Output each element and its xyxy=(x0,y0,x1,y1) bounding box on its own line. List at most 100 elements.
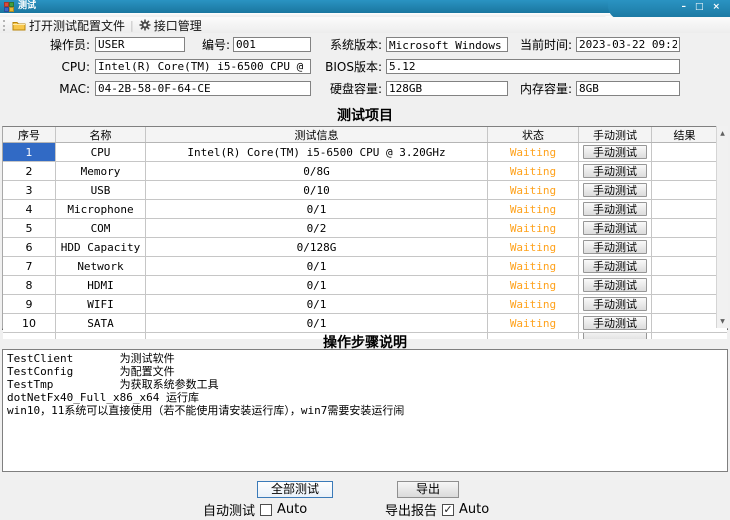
row-index-cell[interactable]: 3 xyxy=(3,181,56,199)
row-index-cell[interactable]: 9 xyxy=(3,295,56,313)
row-status-cell: Waiting xyxy=(488,238,579,256)
row-info-cell: 0/1 xyxy=(146,257,488,275)
table-row[interactable]: 6 HDD Capacity 0/128G Waiting 手动测试 xyxy=(3,238,727,257)
manual-test-button[interactable]: 手动测试 xyxy=(583,183,647,197)
row-index-cell[interactable]: 6 xyxy=(3,238,56,256)
row-info-cell: 0/2 xyxy=(146,219,488,237)
auto-test-word: Auto xyxy=(277,502,307,517)
row-result-cell xyxy=(652,181,717,199)
open-config-label: 打开测试配置文件 xyxy=(29,17,125,34)
bios-input[interactable] xyxy=(386,59,680,74)
table-row[interactable]: 5 COM 0/2 Waiting 手动测试 xyxy=(3,219,727,238)
cpu-input[interactable] xyxy=(95,59,311,74)
os-input[interactable] xyxy=(386,37,508,52)
scroll-down-icon[interactable]: ▼ xyxy=(717,314,728,328)
row-status-cell: Waiting xyxy=(488,181,579,199)
instruction-line: dotNetFx40_Full_x86_x64 运行库 xyxy=(7,391,723,404)
interface-mgmt-button[interactable]: 接口管理 xyxy=(139,17,202,34)
table-row[interactable]: 9 WIFI 0/1 Waiting 手动测试 xyxy=(3,295,727,314)
row-info-cell: 0/10 xyxy=(146,181,488,199)
toolbar-separator: | xyxy=(130,19,134,32)
row-index-cell[interactable]: 7 xyxy=(3,257,56,275)
row-status-cell: Waiting xyxy=(488,143,579,161)
test-table: 序号 名称 测试信息 状态 手动测试 结果 1 CPU Intel(R) Cor… xyxy=(2,126,728,330)
row-result-cell xyxy=(652,314,717,332)
operator-label: 操作员: xyxy=(28,37,90,53)
manual-test-button[interactable]: 手动测试 xyxy=(583,202,647,216)
folder-open-icon xyxy=(12,20,26,31)
row-status-cell: Waiting xyxy=(488,200,579,218)
instructions-textbox[interactable]: TestClient 为测试软件 TestConfig 为配置文件 TestTm… xyxy=(2,349,728,472)
close-button[interactable]: × xyxy=(712,2,720,12)
ram-label: 内存容量: xyxy=(508,81,572,97)
row-info-cell: 0/1 xyxy=(146,314,488,332)
row-manual-cell: 手动测试 xyxy=(579,276,652,294)
minimize-button[interactable]: – xyxy=(681,2,686,12)
manual-test-button[interactable]: 手动测试 xyxy=(583,297,647,311)
test-table-title: 测试项目 xyxy=(0,105,730,125)
row-index-cell[interactable]: 2 xyxy=(3,162,56,180)
ram-input[interactable] xyxy=(576,81,680,96)
table-row[interactable]: 10 SATA 0/1 Waiting 手动测试 xyxy=(3,314,727,333)
manual-test-button[interactable]: 手动测试 xyxy=(583,259,647,273)
table-row[interactable]: 3 USB 0/10 Waiting 手动测试 xyxy=(3,181,727,200)
serial-input[interactable] xyxy=(233,37,311,52)
row-status-cell: Waiting xyxy=(488,314,579,332)
maximize-button[interactable]: □ xyxy=(695,2,704,12)
row-info-cell: Intel(R) Core(TM) i5-6500 CPU @ 3.20GHz xyxy=(146,143,488,161)
table-row[interactable]: 2 Memory 0/8G Waiting 手动测试 xyxy=(3,162,727,181)
manual-test-button[interactable]: 手动测试 xyxy=(583,240,647,254)
export-button[interactable]: 导出 xyxy=(397,481,459,498)
table-row[interactable]: 7 Network 0/1 Waiting 手动测试 xyxy=(3,257,727,276)
table-row[interactable]: 4 Microphone 0/1 Waiting 手动测试 xyxy=(3,200,727,219)
hdd-label: 硬盘容量: xyxy=(318,81,382,97)
scroll-up-icon[interactable]: ▲ xyxy=(717,126,728,140)
table-row[interactable]: 1 CPU Intel(R) Core(TM) i5-6500 CPU @ 3.… xyxy=(3,143,727,162)
row-info-cell: 0/8G xyxy=(146,162,488,180)
open-config-button[interactable]: 打开测试配置文件 xyxy=(12,17,125,34)
row-result-cell xyxy=(652,162,717,180)
row-info-cell: 0/1 xyxy=(146,276,488,294)
os-label: 系统版本: xyxy=(318,37,382,53)
row-index-cell[interactable]: 8 xyxy=(3,276,56,294)
test-all-button[interactable]: 全部测试 xyxy=(257,481,333,498)
operator-input[interactable] xyxy=(95,37,185,52)
export-report-group: 导出报告 ✓ Auto xyxy=(385,500,489,519)
cpu-label: CPU: xyxy=(28,59,90,75)
toolbar-grip xyxy=(3,20,7,31)
row-index-cell[interactable]: 5 xyxy=(3,219,56,237)
header-name: 名称 xyxy=(56,127,146,142)
mac-input[interactable] xyxy=(95,81,311,96)
manual-test-button[interactable]: 手动测试 xyxy=(583,221,647,235)
manual-test-button[interactable]: 手动测试 xyxy=(583,316,647,330)
row-index-cell[interactable]: 1 xyxy=(3,143,56,161)
hdd-input[interactable] xyxy=(386,81,508,96)
manual-test-button[interactable]: 手动测试 xyxy=(583,278,647,292)
mac-label: MAC: xyxy=(28,81,90,97)
table-scrollbar[interactable]: ▲ ▼ xyxy=(716,126,728,328)
instruction-line: TestTmp 为获取系统参数工具 xyxy=(7,378,723,391)
row-manual-cell: 手动测试 xyxy=(579,257,652,275)
toolbar: 打开测试配置文件 | 接口管理 xyxy=(0,17,730,33)
row-name-cell: Memory xyxy=(56,162,146,180)
instruction-line: TestConfig 为配置文件 xyxy=(7,365,723,378)
gear-icon xyxy=(139,19,151,31)
row-result-cell xyxy=(652,219,717,237)
row-result-cell xyxy=(652,238,717,256)
row-manual-cell: 手动测试 xyxy=(579,219,652,237)
export-report-checkbox[interactable]: ✓ xyxy=(442,504,454,516)
row-name-cell: HDMI xyxy=(56,276,146,294)
time-input[interactable] xyxy=(576,37,680,52)
bios-label: BIOS版本: xyxy=(318,59,382,75)
auto-test-checkbox[interactable] xyxy=(260,504,272,516)
row-index-cell[interactable]: 10 xyxy=(3,314,56,332)
table-row[interactable]: 8 HDMI 0/1 Waiting 手动测试 xyxy=(3,276,727,295)
row-manual-cell: 手动测试 xyxy=(579,200,652,218)
row-index-cell[interactable]: 4 xyxy=(3,200,56,218)
manual-test-button[interactable]: 手动测试 xyxy=(583,164,647,178)
manual-test-button[interactable]: 手动测试 xyxy=(583,145,647,159)
row-manual-cell: 手动测试 xyxy=(579,143,652,161)
auto-test-group: 自动测试 Auto xyxy=(203,500,307,519)
row-name-cell: SATA xyxy=(56,314,146,332)
row-name-cell: Microphone xyxy=(56,200,146,218)
